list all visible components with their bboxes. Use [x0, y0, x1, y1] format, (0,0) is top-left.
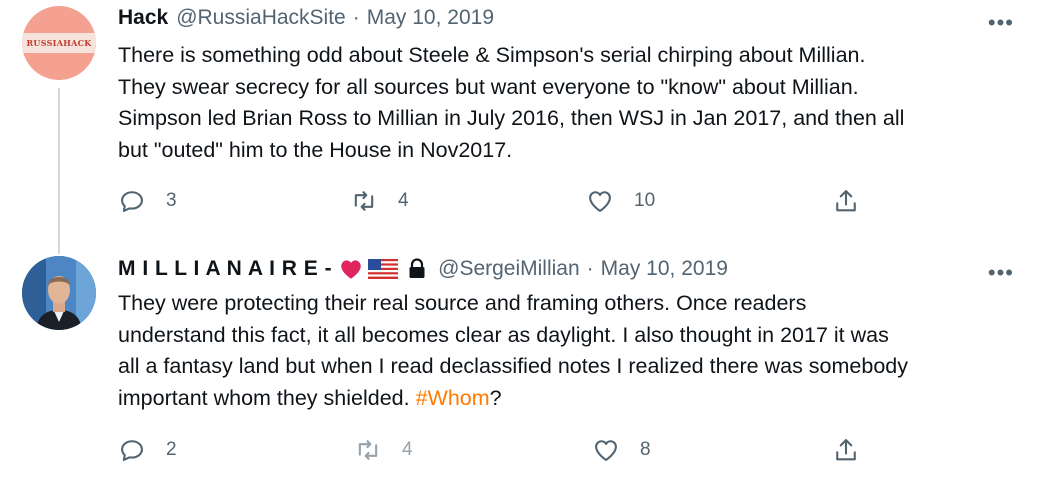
- handle[interactable]: @SergeiMillian: [438, 257, 580, 281]
- more-icon[interactable]: •••: [988, 10, 1014, 36]
- tweet-text-line: They were protecting their real source a…: [118, 291, 807, 315]
- more-icon[interactable]: •••: [988, 260, 1014, 286]
- reply-button[interactable]: 2: [118, 436, 177, 464]
- tweet-text-line: Simpson led Brian Ross to Millian in Jul…: [118, 106, 905, 130]
- share-icon: [836, 190, 856, 212]
- tweet-text-line: understand this fact, it all becomes cle…: [118, 322, 889, 347]
- separator-dot: ·: [586, 257, 594, 280]
- retweet-button[interactable]: 4: [354, 436, 413, 464]
- display-name[interactable]: Hack: [118, 6, 168, 30]
- tweet-2[interactable]: M I L L I A N A I R E - @SergeiMillian ·…: [0, 240, 1042, 499]
- tweet-text: There is something odd about Steele & Si…: [118, 40, 1018, 166]
- thread-connector: [58, 240, 60, 254]
- tweet-text-line: They swear secrecy for all sources but w…: [118, 74, 859, 99]
- share-button[interactable]: [832, 436, 860, 464]
- heart-emoji-icon: [341, 260, 361, 279]
- avatar-russiahack[interactable]: RUSSIAHACK: [22, 6, 96, 80]
- reply-button[interactable]: 3: [118, 187, 177, 215]
- tweet-header: Hack @RussiaHackSite · May 10, 2019: [118, 6, 494, 30]
- share-icon: [836, 439, 856, 461]
- tweet-text-line: all a fantasy land but when I read decla…: [118, 354, 908, 378]
- us-flag-icon: [368, 259, 399, 279]
- tweet-actions: 2 4 8: [118, 436, 878, 466]
- share-button[interactable]: [832, 187, 860, 215]
- reply-count: 2: [166, 439, 177, 460]
- tweet-text-line: There is something odd about Steele & Si…: [118, 43, 866, 67]
- tweet-text: They were protecting their real source a…: [118, 288, 1018, 414]
- text-segment: important whom they shielded.: [118, 385, 416, 410]
- tweet-header: M I L L I A N A I R E - @SergeiMillian ·…: [118, 256, 728, 282]
- tweet-date[interactable]: May 10, 2019: [601, 257, 728, 281]
- tweet-text-line: but "outed" him to the House in Nov2017.: [118, 137, 513, 162]
- like-count: 10: [634, 190, 656, 211]
- tweet-actions: 3 4 10: [118, 187, 878, 217]
- separator-dot: ·: [352, 6, 360, 29]
- display-name[interactable]: M I L L I A N A I R E -: [118, 257, 332, 281]
- like-icon: [589, 191, 611, 212]
- hashtag-link[interactable]: #Whom: [416, 386, 490, 410]
- reply-icon: [121, 191, 143, 212]
- handle[interactable]: @RussiaHackSite: [176, 6, 346, 30]
- retweet-count: 4: [398, 190, 409, 211]
- retweet-button[interactable]: 4: [350, 187, 409, 215]
- thread-connector: [58, 88, 60, 240]
- retweet-icon: [354, 191, 374, 211]
- text-segment: ?: [489, 385, 502, 410]
- tweet-text-line-last: important whom they shielded. #Whom?: [118, 383, 1018, 415]
- like-button[interactable]: 10: [586, 187, 655, 215]
- profile-photo-icon: [22, 256, 96, 330]
- reply-icon: [121, 440, 143, 461]
- lock-icon: [409, 258, 425, 278]
- tweet-1[interactable]: RUSSIAHACK Hack @RussiaHackSite · May 10…: [0, 0, 1042, 240]
- tweet-date[interactable]: May 10, 2019: [367, 6, 494, 30]
- reply-count: 3: [166, 190, 177, 211]
- avatar-sergeimillian[interactable]: [22, 256, 96, 330]
- avatar-logo-text: RUSSIAHACK: [26, 38, 92, 48]
- retweet-icon: [358, 440, 378, 460]
- like-count: 8: [640, 439, 651, 460]
- like-icon: [595, 440, 617, 461]
- retweet-count: 4: [402, 439, 413, 460]
- like-button[interactable]: 8: [592, 436, 651, 464]
